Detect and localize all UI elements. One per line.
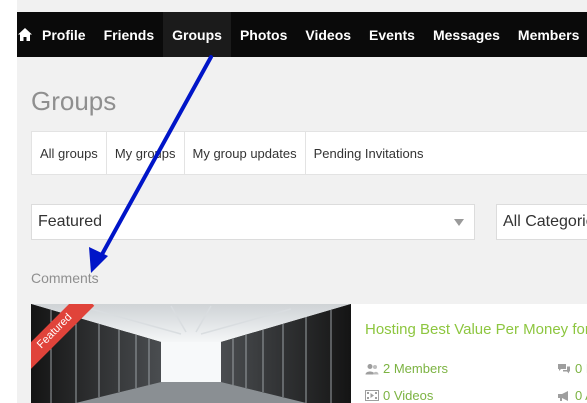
tab-pending-invitations[interactable]: Pending Invitations — [306, 132, 432, 174]
left-gutter — [0, 0, 17, 403]
tab-my-group-updates[interactable]: My group updates — [185, 132, 306, 174]
announcements-count: 0 A — [575, 388, 587, 403]
home-icon — [18, 28, 32, 41]
videos-stat[interactable]: 0 Videos — [365, 388, 433, 403]
nav-photos[interactable]: Photos — [231, 12, 296, 57]
group-tabs: All groups My groups My group updates Pe… — [31, 131, 587, 175]
category-select[interactable]: All Categories — [496, 204, 587, 240]
caret-down-icon — [454, 219, 464, 226]
discussions-count: 0 D — [575, 361, 587, 376]
group-thumbnail[interactable]: Featured — [31, 304, 351, 403]
members-icon — [365, 363, 379, 374]
announcements-icon — [558, 390, 568, 401]
nav-friends[interactable]: Friends — [95, 12, 164, 57]
page: Profile Friends Groups Photos Videos Eve… — [17, 0, 587, 403]
category-select-value: All Categories — [503, 213, 587, 230]
discussions-stat[interactable]: 0 D — [557, 361, 587, 376]
sort-select[interactable]: Featured — [31, 204, 475, 240]
top-navigation: Profile Friends Groups Photos Videos Eve… — [17, 12, 587, 57]
group-card: Featured Hosting Best Value Per Money fo… — [31, 304, 587, 403]
nav-groups[interactable]: Groups — [163, 12, 231, 57]
videos-count: 0 Videos — [383, 388, 434, 403]
tab-my-groups[interactable]: My groups — [107, 132, 185, 174]
discussions-icon — [558, 363, 570, 373]
nav-events[interactable]: Events — [360, 12, 424, 57]
members-count: 2 Members — [383, 361, 449, 376]
nav-videos[interactable]: Videos — [296, 12, 360, 57]
nav-members[interactable]: Members — [509, 12, 587, 57]
tab-all-groups[interactable]: All groups — [32, 132, 107, 174]
nav-home[interactable] — [17, 12, 33, 57]
announcements-stat[interactable]: 0 A — [557, 388, 587, 403]
group-title[interactable]: Hosting Best Value Per Money for — [365, 321, 587, 338]
nav-messages[interactable]: Messages — [424, 12, 509, 57]
members-stat[interactable]: 2 Members — [365, 361, 448, 376]
page-title: Groups — [31, 86, 117, 116]
section-label: Comments — [31, 270, 99, 286]
sort-select-value: Featured — [38, 213, 103, 230]
nav-profile[interactable]: Profile — [33, 12, 95, 57]
videos-icon — [365, 390, 379, 401]
